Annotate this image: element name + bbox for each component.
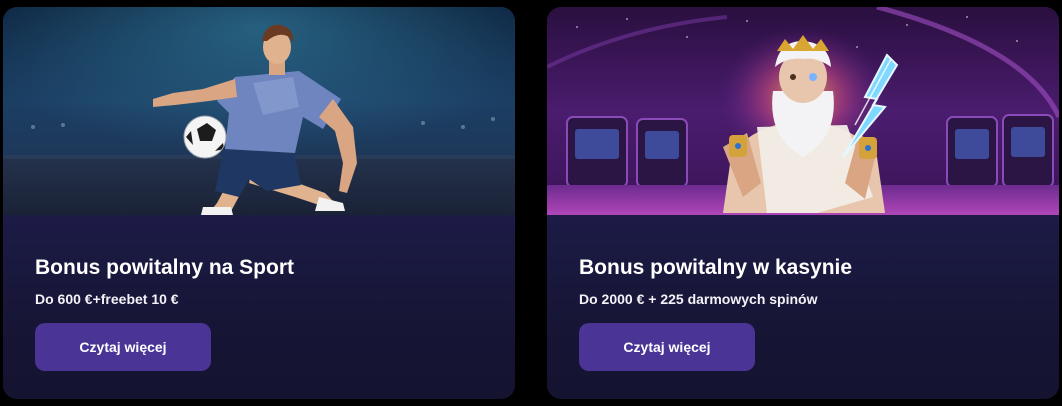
read-more-button[interactable]: Czytaj więcej xyxy=(579,323,755,371)
card-title: Bonus powitalny na Sport xyxy=(35,256,295,279)
read-more-button[interactable]: Czytaj więcej xyxy=(35,323,211,371)
card-subtitle: Do 600 €+freebet 10 € xyxy=(35,291,179,307)
casino-bonus-card[interactable]: Bonus powitalny w kasynie Do 2000 € + 22… xyxy=(547,7,1059,399)
card-subtitle: Do 2000 € + 225 darmowych spinów xyxy=(579,291,818,307)
card-title: Bonus powitalny w kasynie xyxy=(579,256,853,279)
card-content: Bonus powitalny w kasynie Do 2000 € + 22… xyxy=(547,215,1059,399)
zeus-casino-image[interactable] xyxy=(547,7,1059,215)
football-player-image[interactable] xyxy=(3,7,515,215)
card-content: Bonus powitalny na Sport Do 600 €+freebe… xyxy=(3,215,515,399)
sport-bonus-card[interactable]: Bonus powitalny na Sport Do 600 €+freebe… xyxy=(3,7,515,399)
promo-cards: Bonus powitalny na Sport Do 600 €+freebe… xyxy=(0,0,1062,406)
